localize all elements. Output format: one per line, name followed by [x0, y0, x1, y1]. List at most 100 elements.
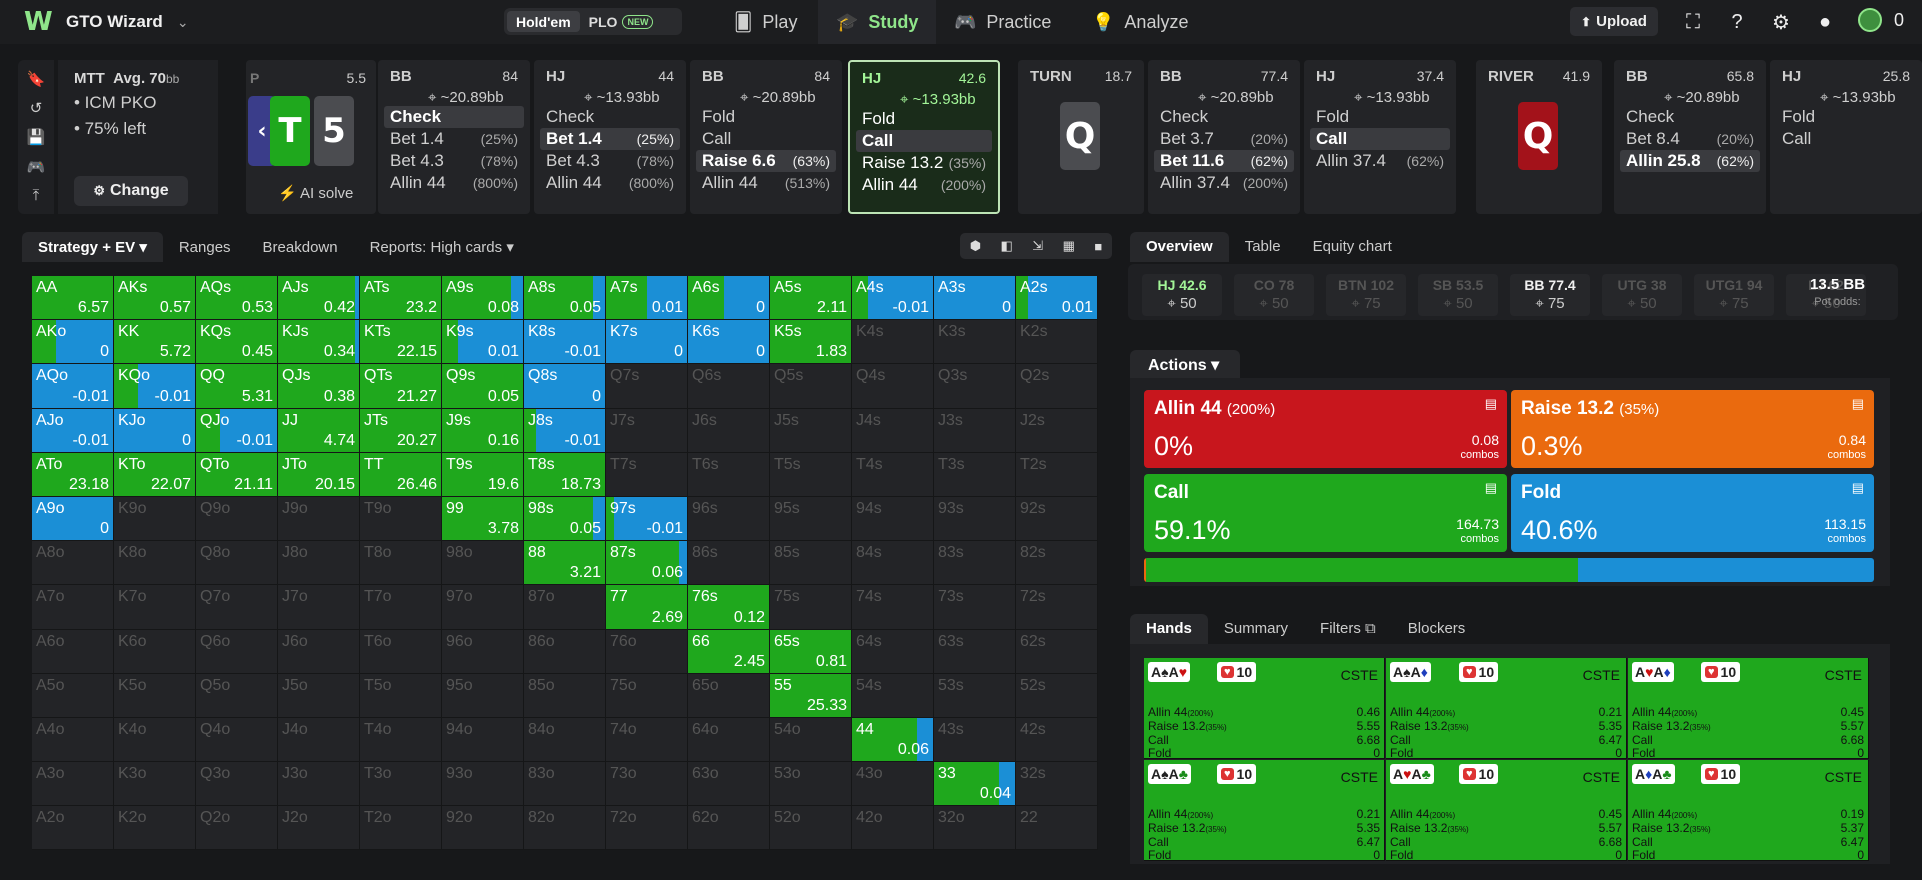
coins[interactable]: 0 — [1858, 8, 1904, 32]
hand-cell[interactable]: JTo 20.15 — [278, 452, 360, 497]
hand-cell[interactable]: K7o — [114, 585, 196, 630]
hand-cell[interactable]: T4s — [852, 452, 934, 497]
ai-solve-link[interactable]: ⚡ AI solve — [278, 184, 353, 202]
collapse-icon[interactable]: ⤒ — [33, 187, 40, 204]
hand-cell[interactable]: T3s — [934, 452, 1016, 497]
hand-cell[interactable]: A2o — [32, 806, 114, 851]
contrast-icon[interactable]: ◧ — [1001, 238, 1013, 254]
hand-cell[interactable]: TT 26.46 — [360, 452, 442, 497]
hand-cell[interactable]: T4o — [360, 717, 442, 763]
hand-cell[interactable]: 32s — [1016, 762, 1098, 807]
hand-cell[interactable]: 73o — [606, 762, 688, 807]
hand-cell[interactable]: K8o — [114, 541, 196, 586]
nav-analyze[interactable]: 💡 Analyze — [1074, 0, 1206, 44]
hand-cell[interactable]: Q3s — [934, 364, 1016, 409]
action-option[interactable]: Bet 4.3 (78%) — [384, 150, 524, 172]
upload-button[interactable]: ⬆ Upload — [1570, 7, 1658, 36]
hand-cell[interactable]: 84s — [852, 541, 934, 586]
hand-cell[interactable]: A9s 0.08 — [442, 276, 524, 321]
action-option[interactable]: Allin 25.8 (62%) — [1620, 150, 1760, 172]
hand-cell[interactable]: 62s — [1016, 629, 1098, 674]
hand-cell[interactable]: K9s 0.01 — [442, 320, 524, 365]
action-option[interactable]: Allin 44 (200%) — [856, 174, 992, 196]
hand-cell[interactable]: AQs 0.53 — [196, 276, 278, 321]
hand-cell[interactable]: 97s -0.01 — [606, 496, 688, 542]
hand-cell[interactable]: 74o — [606, 717, 688, 763]
action-option[interactable]: Bet 8.4 (20%) — [1620, 128, 1760, 150]
action-column-bb[interactable]: BB 77.4 ⌖ ~20.89bb Check Bet 3.7 (20%) Bet 11.… — [1148, 60, 1300, 214]
hand-cell[interactable]: KQo -0.01 — [114, 364, 196, 409]
hand-cell[interactable]: K7s 0 — [606, 320, 688, 365]
nav-study[interactable]: 🎓 Study — [818, 0, 937, 44]
hand-cell[interactable]: 98s 0.05 — [524, 496, 606, 542]
hand-cell[interactable]: QTo 21.11 — [196, 452, 278, 497]
hand-cell[interactable]: J8s -0.01 — [524, 408, 606, 453]
hand-cell[interactable]: K4o — [114, 717, 196, 763]
hand-cell[interactable]: K5o — [114, 673, 196, 718]
hand-cell[interactable]: Q8s 0 — [524, 364, 606, 409]
hand-cell[interactable]: KJs 0.34 — [278, 320, 360, 365]
hand-cell[interactable]: KK 5.72 — [114, 320, 196, 365]
help-icon[interactable]: ? — [1724, 9, 1750, 35]
hand-combo-card[interactable]: A ♥ A ♣ ♥ 1 0 CSTE Allin 44(200%) 0.45 Raise 13.2… — [1386, 760, 1627, 862]
hand-cell[interactable]: Q9o — [196, 496, 278, 542]
hand-cell[interactable]: K6s 0 — [688, 320, 770, 365]
hand-cell[interactable]: T8s 18.73 — [524, 452, 606, 497]
hand-cell[interactable]: A6o — [32, 629, 114, 674]
hand-cell[interactable]: J3o — [278, 762, 360, 807]
hand-cell[interactable]: A8s 0.05 — [524, 276, 606, 321]
hand-cell[interactable]: A7o — [32, 585, 114, 630]
action-column-hj[interactable]: HJ 44 ⌖ ~13.93bb Check Bet 1.4 (25%) Bet 4.3 (7… — [534, 60, 686, 214]
hand-cell[interactable]: K9o — [114, 496, 196, 542]
hand-cell[interactable]: Q4o — [196, 717, 278, 763]
hand-cell[interactable]: 53s — [934, 673, 1016, 718]
tab-ranges[interactable]: Ranges — [163, 233, 247, 262]
hand-cell[interactable]: 65o — [688, 673, 770, 718]
hand-cell[interactable]: QTs 21.27 — [360, 364, 442, 409]
hand-cell[interactable]: 65s 0.81 — [770, 629, 852, 674]
hand-cell[interactable]: AKo 0 — [32, 320, 114, 365]
hand-cell[interactable]: 54s — [852, 673, 934, 718]
plo-button[interactable]: PLO NEW — [580, 11, 663, 32]
hand-cell[interactable]: 43o — [852, 762, 934, 807]
river-column[interactable]: RIVER 41.9 Q — [1476, 60, 1602, 214]
hand-cell[interactable]: K4s — [852, 320, 934, 365]
tab-summary[interactable]: Summary — [1208, 614, 1304, 644]
hand-cell[interactable]: J6o — [278, 629, 360, 674]
tab-equity-chart[interactable]: Equity chart — [1297, 232, 1408, 262]
hand-cell[interactable]: 98o — [442, 541, 524, 586]
hand-cell[interactable]: T5o — [360, 673, 442, 718]
action-column-hj[interactable]: HJ 37.4 ⌖ ~13.93bb Fold Call Allin 37.4 (62%) — [1304, 60, 1456, 214]
hand-cell[interactable]: 76o — [606, 629, 688, 674]
position-chip[interactable]: BB 77.4 ⌖ 75 — [1510, 274, 1590, 316]
action-option[interactable]: Check — [384, 106, 524, 128]
logo-icon[interactable]: W — [24, 9, 54, 35]
hand-combo-card[interactable]: A ♠ A ♦ ♥ 1 0 CSTE Allin 44(200%) 0.21 Raise 13.2… — [1386, 658, 1627, 760]
hand-combo-card[interactable]: A ♠ A ♣ ♥ 1 0 CSTE Allin 44(200%) 0.21 Raise 13.2… — [1144, 760, 1385, 862]
hand-cell[interactable]: A6s 0 — [688, 276, 770, 321]
hand-cell[interactable]: Q5o — [196, 673, 278, 718]
hand-cell[interactable]: QQ 5.31 — [196, 364, 278, 409]
hand-cell[interactable]: A8o — [32, 541, 114, 586]
hand-cell[interactable]: 42s — [1016, 717, 1098, 763]
hand-cell[interactable]: 72o — [606, 806, 688, 851]
hand-cell[interactable]: K5s 1.83 — [770, 320, 852, 365]
grid-icon[interactable]: ▦ — [1063, 238, 1075, 254]
bookmark-icon[interactable]: 🔖 — [27, 70, 46, 88]
hand-cell[interactable]: 76s 0.12 — [688, 585, 770, 630]
hand-cell[interactable]: J5s — [770, 408, 852, 453]
action-box[interactable]: Allin 44 (200%) ▤ 0% 0.08 combos — [1144, 390, 1507, 468]
action-option[interactable]: Call — [1310, 128, 1450, 150]
hand-cell[interactable]: 63o — [688, 762, 770, 807]
action-column-bb[interactable]: BB 84 ⌖ ~20.89bb Fold Call Raise 6.6 (63%) Alli… — [690, 60, 842, 214]
hand-cell[interactable]: JTs 20.27 — [360, 408, 442, 453]
hand-cell[interactable]: A3o — [32, 762, 114, 807]
action-option[interactable]: Allin 44 (800%) — [540, 172, 680, 194]
hand-cell[interactable]: T6s — [688, 452, 770, 497]
hand-cell[interactable]: Q7o — [196, 585, 278, 630]
hand-cell[interactable]: 72s — [1016, 585, 1098, 630]
hand-cell[interactable]: AJo -0.01 — [32, 408, 114, 453]
position-chip[interactable]: SB 53.5 ⌖ 50 — [1418, 274, 1498, 316]
hand-cell[interactable]: K3s — [934, 320, 1016, 365]
position-chip[interactable]: UTG 38 ⌖ 50 — [1602, 274, 1682, 316]
